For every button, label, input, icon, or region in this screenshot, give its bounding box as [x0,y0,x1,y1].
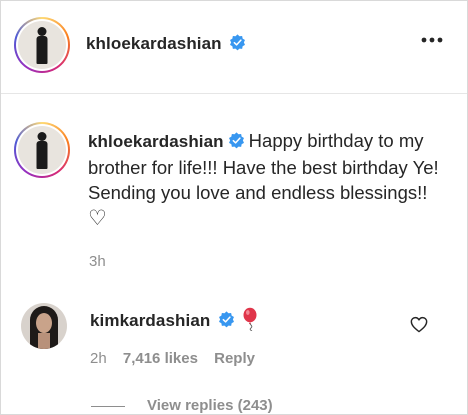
heart-outline-icon[interactable] [410,316,428,333]
verified-badge-icon [230,34,246,51]
balloon-icon [243,307,257,332]
caption-timestamp: 3h [89,253,106,270]
header-username[interactable]: khloekardashian [86,34,222,53]
caption-username[interactable]: khloekardashian [88,132,224,151]
post-header: khloekardashian [1,1,467,94]
more-horizontal-icon[interactable] [421,37,443,43]
comment-timestamp: 2h [90,350,107,367]
avatar-photo [18,21,66,69]
view-replies-button[interactable]: View replies (243) [147,397,273,414]
replies-divider [91,406,125,407]
comment-likes[interactable]: 7,416 likes [123,350,198,367]
verified-badge-icon [218,311,234,328]
header-avatar[interactable] [14,17,70,73]
heart-emoji: ♡ [88,205,107,230]
comment-avatar[interactable] [21,303,67,349]
verified-badge-icon [228,132,244,149]
comment-username[interactable]: kimkardashian [90,311,210,330]
caption-avatar[interactable] [14,122,70,178]
reply-button[interactable]: Reply [214,350,255,367]
comment-meta: 2h 7,416 likes Reply [90,350,255,367]
caption-text-block: khloekardashian Happy birthday to my bro… [88,128,448,231]
